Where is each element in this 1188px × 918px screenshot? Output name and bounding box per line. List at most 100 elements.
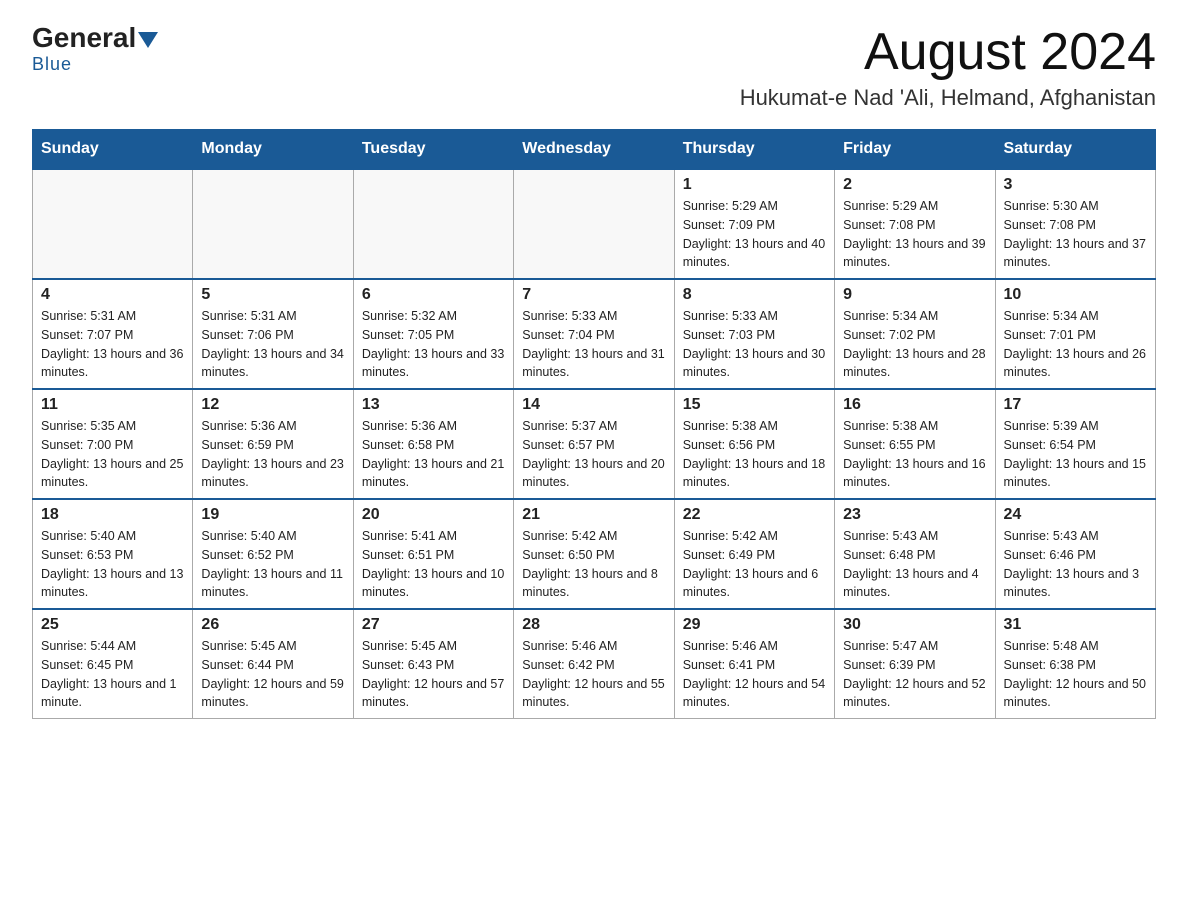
- calendar-cell: 2 Sunrise: 5:29 AMSunset: 7:08 PMDaylight…: [835, 169, 995, 279]
- day-info: Sunrise: 5:31 AMSunset: 7:06 PMDaylight:…: [201, 307, 344, 382]
- calendar-cell: 16 Sunrise: 5:38 AMSunset: 6:55 PMDayligh…: [835, 389, 995, 499]
- calendar-header-wednesday: Wednesday: [514, 130, 674, 170]
- day-number: 13: [362, 396, 505, 414]
- day-info: Sunrise: 5:46 AMSunset: 6:41 PMDaylight:…: [683, 637, 826, 712]
- day-info: Sunrise: 5:45 AMSunset: 6:43 PMDaylight:…: [362, 637, 505, 712]
- day-info: Sunrise: 5:43 AMSunset: 6:48 PMDaylight:…: [843, 527, 986, 602]
- day-number: 19: [201, 506, 344, 524]
- calendar-cell: 7 Sunrise: 5:33 AMSunset: 7:04 PMDaylight…: [514, 279, 674, 389]
- day-number: 25: [41, 616, 184, 634]
- calendar-cell: 19Sunrise: 5:40 AMSunset: 6:52 PMDayligh…: [193, 499, 353, 609]
- calendar-cell: 1Sunrise: 5:29 AMSunset: 7:09 PMDaylight…: [674, 169, 834, 279]
- day-number: 9: [843, 286, 986, 304]
- day-info: Sunrise: 5:48 AMSunset: 6:38 PMDaylight:…: [1004, 637, 1147, 712]
- day-number: 20: [362, 506, 505, 524]
- day-info: Sunrise: 5:37 AMSunset: 6:57 PMDaylight:…: [522, 417, 665, 492]
- day-info: Sunrise: 5:35 AMSunset: 7:00 PMDaylight:…: [41, 417, 184, 492]
- calendar-cell: [193, 169, 353, 279]
- calendar-header-friday: Friday: [835, 130, 995, 170]
- calendar-cell: 25Sunrise: 5:44 AMSunset: 6:45 PMDayligh…: [33, 609, 193, 719]
- calendar-cell: 9 Sunrise: 5:34 AMSunset: 7:02 PMDaylight…: [835, 279, 995, 389]
- day-number: 28: [522, 616, 665, 634]
- page-header: General Blue August 2024 Hukumat-e Nad '…: [32, 24, 1156, 111]
- calendar-cell: 24 Sunrise: 5:43 AMSunset: 6:46 PMDayligh…: [995, 499, 1155, 609]
- calendar-cell: 20 Sunrise: 5:41 AMSunset: 6:51 PMDayligh…: [353, 499, 513, 609]
- page-title: August 2024: [740, 24, 1156, 81]
- day-info: Sunrise: 5:39 AMSunset: 6:54 PMDaylight:…: [1004, 417, 1147, 492]
- calendar-cell: 23 Sunrise: 5:43 AMSunset: 6:48 PMDayligh…: [835, 499, 995, 609]
- day-number: 31: [1004, 616, 1147, 634]
- day-number: 3: [1004, 176, 1147, 194]
- day-number: 15: [683, 396, 826, 414]
- day-number: 27: [362, 616, 505, 634]
- day-number: 12: [201, 396, 344, 414]
- calendar-cell: 18Sunrise: 5:40 AMSunset: 6:53 PMDayligh…: [33, 499, 193, 609]
- day-info: Sunrise: 5:34 AMSunset: 7:01 PMDaylight:…: [1004, 307, 1147, 382]
- calendar-week-row-1: 1Sunrise: 5:29 AMSunset: 7:09 PMDaylight…: [33, 169, 1156, 279]
- day-number: 17: [1004, 396, 1147, 414]
- calendar-header-sunday: Sunday: [33, 130, 193, 170]
- calendar-cell: 4 Sunrise: 5:31 AMSunset: 7:07 PMDaylight…: [33, 279, 193, 389]
- day-info: Sunrise: 5:33 AMSunset: 7:04 PMDaylight:…: [522, 307, 665, 382]
- calendar-cell: 27 Sunrise: 5:45 AMSunset: 6:43 PMDayligh…: [353, 609, 513, 719]
- calendar-cell: 5Sunrise: 5:31 AMSunset: 7:06 PMDaylight…: [193, 279, 353, 389]
- calendar-cell: 26Sunrise: 5:45 AMSunset: 6:44 PMDayligh…: [193, 609, 353, 719]
- day-info: Sunrise: 5:46 AMSunset: 6:42 PMDaylight:…: [522, 637, 665, 712]
- calendar-header-monday: Monday: [193, 130, 353, 170]
- day-number: 23: [843, 506, 986, 524]
- calendar-cell: 12Sunrise: 5:36 AMSunset: 6:59 PMDayligh…: [193, 389, 353, 499]
- calendar-cell: 30Sunrise: 5:47 AMSunset: 6:39 PMDayligh…: [835, 609, 995, 719]
- calendar-cell: 11 Sunrise: 5:35 AMSunset: 7:00 PMDayligh…: [33, 389, 193, 499]
- day-info: Sunrise: 5:38 AMSunset: 6:55 PMDaylight:…: [843, 417, 986, 492]
- page-subtitle: Hukumat-e Nad 'Ali, Helmand, Afghanistan: [740, 85, 1156, 111]
- calendar-cell: 3 Sunrise: 5:30 AMSunset: 7:08 PMDaylight…: [995, 169, 1155, 279]
- calendar-cell: 6Sunrise: 5:32 AMSunset: 7:05 PMDaylight…: [353, 279, 513, 389]
- calendar-cell: 17 Sunrise: 5:39 AMSunset: 6:54 PMDayligh…: [995, 389, 1155, 499]
- day-number: 6: [362, 286, 505, 304]
- day-info: Sunrise: 5:40 AMSunset: 6:53 PMDaylight:…: [41, 527, 184, 602]
- day-number: 10: [1004, 286, 1147, 304]
- day-number: 30: [843, 616, 986, 634]
- day-number: 4: [41, 286, 184, 304]
- calendar-cell: 14Sunrise: 5:37 AMSunset: 6:57 PMDayligh…: [514, 389, 674, 499]
- calendar-cell: 28 Sunrise: 5:46 AMSunset: 6:42 PMDayligh…: [514, 609, 674, 719]
- calendar-cell: 10 Sunrise: 5:34 AMSunset: 7:01 PMDayligh…: [995, 279, 1155, 389]
- logo-arrow-icon: [138, 32, 158, 48]
- day-info: Sunrise: 5:34 AMSunset: 7:02 PMDaylight:…: [843, 307, 986, 382]
- calendar-header-saturday: Saturday: [995, 130, 1155, 170]
- calendar-week-row-5: 25Sunrise: 5:44 AMSunset: 6:45 PMDayligh…: [33, 609, 1156, 719]
- day-number: 2: [843, 176, 986, 194]
- calendar-cell: 15 Sunrise: 5:38 AMSunset: 6:56 PMDayligh…: [674, 389, 834, 499]
- day-number: 7: [522, 286, 665, 304]
- day-info: Sunrise: 5:33 AMSunset: 7:03 PMDaylight:…: [683, 307, 826, 382]
- calendar-cell: [353, 169, 513, 279]
- calendar-week-row-4: 18Sunrise: 5:40 AMSunset: 6:53 PMDayligh…: [33, 499, 1156, 609]
- day-number: 8: [683, 286, 826, 304]
- calendar-week-row-2: 4 Sunrise: 5:31 AMSunset: 7:07 PMDaylight…: [33, 279, 1156, 389]
- day-info: Sunrise: 5:29 AMSunset: 7:09 PMDaylight:…: [683, 197, 826, 272]
- calendar-week-row-3: 11 Sunrise: 5:35 AMSunset: 7:00 PMDayligh…: [33, 389, 1156, 499]
- logo-blue-text: Blue: [32, 54, 72, 75]
- day-info: Sunrise: 5:41 AMSunset: 6:51 PMDaylight:…: [362, 527, 505, 602]
- title-block: August 2024 Hukumat-e Nad 'Ali, Helmand,…: [740, 24, 1156, 111]
- day-info: Sunrise: 5:30 AMSunset: 7:08 PMDaylight:…: [1004, 197, 1147, 272]
- calendar-cell: [33, 169, 193, 279]
- calendar-cell: 22Sunrise: 5:42 AMSunset: 6:49 PMDayligh…: [674, 499, 834, 609]
- day-info: Sunrise: 5:43 AMSunset: 6:46 PMDaylight:…: [1004, 527, 1147, 602]
- calendar-cell: [514, 169, 674, 279]
- day-number: 26: [201, 616, 344, 634]
- calendar-header-thursday: Thursday: [674, 130, 834, 170]
- logo-general-text: General: [32, 24, 136, 52]
- day-number: 11: [41, 396, 184, 414]
- calendar-cell: 8 Sunrise: 5:33 AMSunset: 7:03 PMDaylight…: [674, 279, 834, 389]
- day-info: Sunrise: 5:29 AMSunset: 7:08 PMDaylight:…: [843, 197, 986, 272]
- logo: General Blue: [32, 24, 160, 75]
- day-info: Sunrise: 5:42 AMSunset: 6:49 PMDaylight:…: [683, 527, 826, 602]
- calendar-header-row: SundayMondayTuesdayWednesdayThursdayFrid…: [33, 130, 1156, 170]
- day-number: 16: [843, 396, 986, 414]
- calendar-cell: 13Sunrise: 5:36 AMSunset: 6:58 PMDayligh…: [353, 389, 513, 499]
- calendar-cell: 31 Sunrise: 5:48 AMSunset: 6:38 PMDayligh…: [995, 609, 1155, 719]
- day-info: Sunrise: 5:38 AMSunset: 6:56 PMDaylight:…: [683, 417, 826, 492]
- day-info: Sunrise: 5:31 AMSunset: 7:07 PMDaylight:…: [41, 307, 184, 382]
- day-number: 24: [1004, 506, 1147, 524]
